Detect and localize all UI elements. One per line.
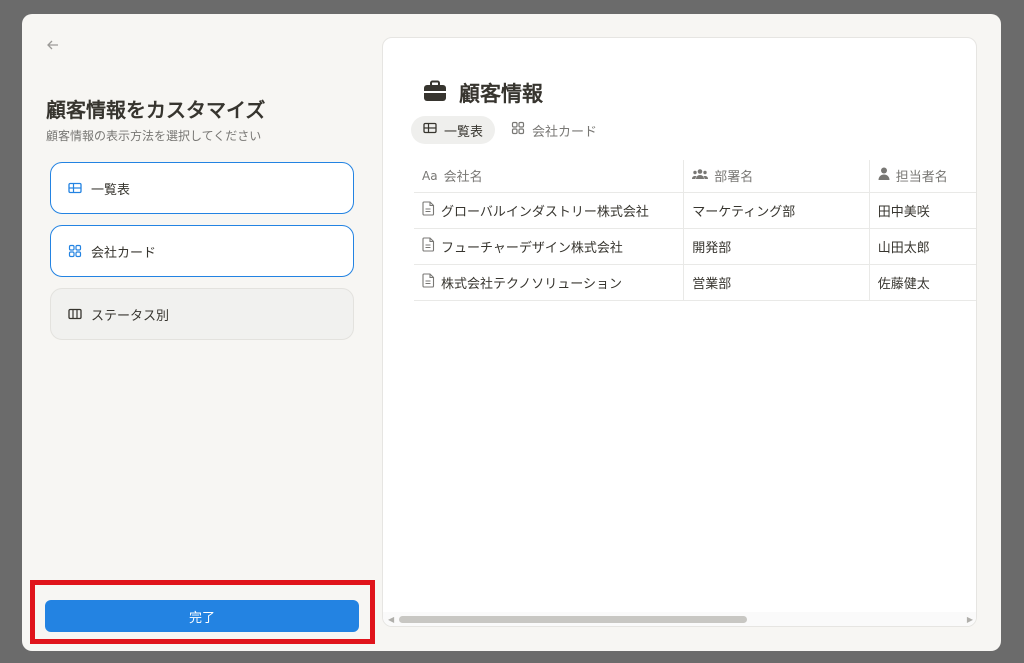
horizontal-scrollbar[interactable]: ◀ ▶ xyxy=(383,612,976,626)
text-icon: Aa xyxy=(422,168,438,183)
gallery-icon xyxy=(511,121,525,139)
people-icon xyxy=(692,168,709,184)
view-tabs: 一覧表 会社カード xyxy=(411,116,609,144)
scrollbar-thumb[interactable] xyxy=(399,616,747,623)
column-header-department[interactable]: 部署名 xyxy=(683,160,870,193)
tab-table[interactable]: 一覧表 xyxy=(411,116,496,144)
left-panel: 顧客情報をカスタマイズ 顧客情報の表示方法を選択してください 一覧表 会社カード… xyxy=(22,14,382,651)
tab-gallery[interactable]: 会社カード xyxy=(499,116,609,144)
customize-modal: 顧客情報をカスタマイズ 顧客情報の表示方法を選択してください 一覧表 会社カード… xyxy=(22,14,1001,651)
option-table-view[interactable]: 一覧表 xyxy=(50,162,354,214)
option-label: 会社カード xyxy=(91,245,157,261)
contact-cell: 佐藤健太 xyxy=(868,264,976,301)
column-label: 会社名 xyxy=(443,170,483,186)
board-icon xyxy=(68,307,82,321)
data-table: Aa 会社名 部署名 担当者名 グローバルインダストリー株式会社 マーケティング… xyxy=(414,160,976,301)
table-row[interactable]: 株式会社テクノソリューション 営業部 佐藤健太 xyxy=(414,264,976,301)
department-cell: マーケティング部 xyxy=(683,192,870,229)
table-header-row: Aa 会社名 部署名 担当者名 xyxy=(414,160,976,193)
table-icon xyxy=(68,181,82,195)
scroll-left-icon[interactable]: ◀ xyxy=(388,615,394,624)
page-subtitle: 顧客情報の表示方法を選択してください xyxy=(46,129,262,143)
column-header-company[interactable]: Aa 会社名 xyxy=(414,160,684,193)
contact-cell: 山田太郎 xyxy=(868,228,976,265)
highlight-box: 完了 xyxy=(30,580,375,644)
column-label: 部署名 xyxy=(714,170,754,186)
person-icon xyxy=(878,167,890,184)
department-cell: 開発部 xyxy=(683,228,870,265)
done-button[interactable]: 完了 xyxy=(45,600,359,632)
option-board-view[interactable]: ステータス別 xyxy=(50,288,354,340)
back-arrow-icon[interactable] xyxy=(46,38,64,56)
database-title-text: 顧客情報 xyxy=(459,82,543,106)
table-row[interactable]: グローバルインダストリー株式会社 マーケティング部 田中美咲 xyxy=(414,192,976,229)
table-row[interactable]: フューチャーデザイン株式会社 開発部 山田太郎 xyxy=(414,228,976,265)
page-icon xyxy=(422,200,435,220)
option-label: ステータス別 xyxy=(91,308,170,324)
database-title: 顧客情報 xyxy=(423,78,543,108)
page-icon xyxy=(422,272,435,292)
contact-cell: 田中美咲 xyxy=(868,192,976,229)
table-icon xyxy=(423,121,437,139)
tab-label: 一覧表 xyxy=(444,124,484,140)
scroll-right-icon[interactable]: ▶ xyxy=(967,615,973,624)
gallery-icon xyxy=(68,244,82,258)
briefcase-icon xyxy=(423,80,447,107)
option-label: 一覧表 xyxy=(91,182,131,198)
preview-panel: 顧客情報 一覧表 会社カード Aa 会社名 部署名 担当者名 グローバルインダス… xyxy=(382,37,977,627)
page-icon xyxy=(422,236,435,256)
department-cell: 営業部 xyxy=(683,264,870,301)
company-name: グローバルインダストリー株式会社 xyxy=(441,204,649,220)
page-title: 顧客情報をカスタマイズ xyxy=(46,98,266,122)
company-name: フューチャーデザイン株式会社 xyxy=(441,240,623,256)
company-name: 株式会社テクノソリューション xyxy=(441,276,622,292)
option-gallery-view[interactable]: 会社カード xyxy=(50,225,354,277)
tab-label: 会社カード xyxy=(532,124,598,140)
column-label: 担当者名 xyxy=(895,170,948,186)
column-header-contact[interactable]: 担当者名 xyxy=(868,160,976,193)
